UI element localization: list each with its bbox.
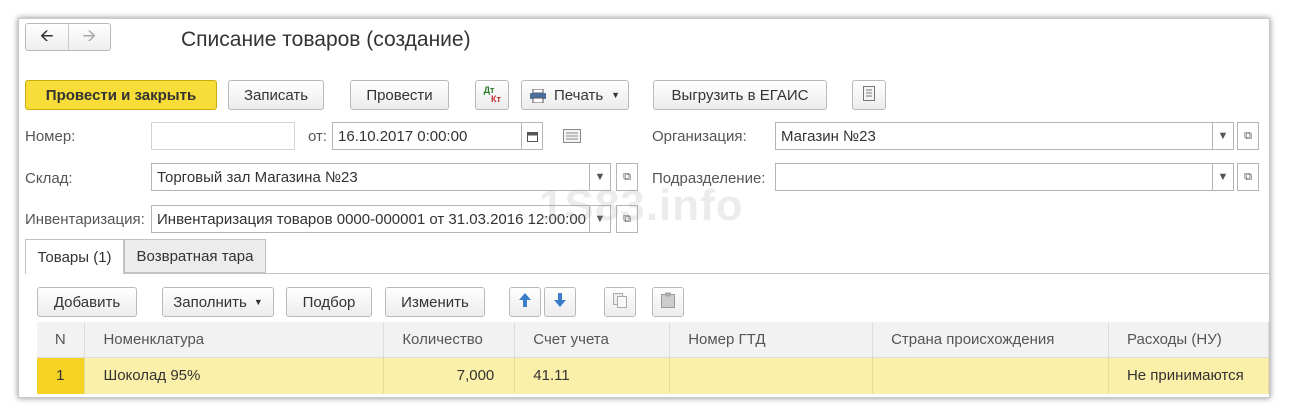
number-label: Номер: bbox=[25, 128, 76, 145]
add-button[interactable]: Добавить bbox=[37, 287, 137, 317]
copy-icon bbox=[613, 292, 627, 312]
move-down-button[interactable] bbox=[544, 287, 576, 317]
fill-button[interactable]: Заполнить ▼ bbox=[162, 287, 274, 317]
printer-icon bbox=[530, 88, 546, 104]
kt-icon-text: Кт bbox=[491, 94, 501, 104]
column-header-gtd-number[interactable]: Номер ГТД bbox=[669, 322, 874, 358]
selection-button[interactable]: Подбор bbox=[286, 287, 372, 317]
print-button[interactable]: Печать ▼ bbox=[521, 80, 629, 110]
table-row[interactable]: 1 Шоколад 95% 7,000 41.11 Не принимаются bbox=[37, 357, 1269, 394]
cell-country-origin[interactable] bbox=[872, 357, 1109, 394]
organization-dropdown-icon[interactable]: ▼ bbox=[1212, 122, 1234, 150]
fill-dropdown-icon: ▼ bbox=[253, 297, 263, 307]
organization-label: Организация: bbox=[652, 128, 747, 145]
column-header-account[interactable]: Счет учета bbox=[514, 322, 671, 358]
table-header: N Номенклатура Количество Счет учета Ном… bbox=[37, 322, 1269, 358]
cell-account[interactable]: 41.11 bbox=[514, 357, 671, 394]
warehouse-label: Склад: bbox=[25, 170, 73, 187]
date-field[interactable]: 16.10.2017 0:00:00 bbox=[332, 122, 522, 150]
watermark: 1S83.info bbox=[539, 181, 744, 230]
post-button[interactable]: Провести bbox=[350, 80, 449, 110]
move-up-button[interactable] bbox=[509, 287, 541, 317]
back-arrow-icon[interactable]: 🡨 bbox=[26, 24, 69, 50]
navigation-buttons: 🡨 🡪 bbox=[25, 23, 111, 51]
clipboard-icon bbox=[661, 292, 675, 312]
export-egais-button[interactable]: Выгрузить в ЕГАИС bbox=[653, 80, 827, 110]
tab-returnable-packaging[interactable]: Возвратная тара bbox=[124, 239, 266, 273]
report-button[interactable] bbox=[852, 80, 886, 110]
cell-nomenclature[interactable]: Шоколад 95% bbox=[84, 357, 385, 394]
arrow-up-icon bbox=[519, 293, 531, 311]
save-button[interactable]: Записать bbox=[228, 80, 324, 110]
column-header-country-origin[interactable]: Страна происхождения bbox=[872, 322, 1109, 358]
goods-table: N Номенклатура Количество Счет учета Ном… bbox=[37, 322, 1269, 394]
inventory-label: Инвентаризация: bbox=[25, 211, 145, 228]
tab-goods[interactable]: Товары (1) bbox=[25, 239, 124, 274]
fill-label: Заполнить bbox=[173, 293, 247, 311]
calendar-icon[interactable] bbox=[521, 122, 543, 150]
organization-field[interactable]: Магазин №23 bbox=[775, 122, 1213, 150]
number-field[interactable] bbox=[151, 122, 295, 150]
division-field[interactable] bbox=[775, 163, 1213, 191]
change-button[interactable]: Изменить bbox=[385, 287, 485, 317]
warehouse-field[interactable]: Торговый зал Магазина №23 bbox=[151, 163, 590, 191]
dropdown-arrow-icon: ▼ bbox=[611, 90, 621, 100]
print-label: Печать bbox=[554, 86, 604, 104]
paste-button[interactable] bbox=[652, 287, 684, 317]
forward-arrow-icon[interactable]: 🡪 bbox=[69, 24, 111, 50]
arrow-down-icon bbox=[554, 293, 566, 311]
cell-expenses-nu[interactable]: Не принимаются bbox=[1108, 357, 1269, 394]
copy-button[interactable] bbox=[604, 287, 636, 317]
division-open-icon[interactable]: ⧉ bbox=[1237, 163, 1259, 191]
tab-divider bbox=[124, 273, 1269, 274]
document-window: 🡨 🡪 Списание товаров (создание) Провести… bbox=[18, 18, 1270, 398]
post-and-close-button[interactable]: Провести и закрыть bbox=[25, 80, 217, 110]
column-header-quantity[interactable]: Количество bbox=[383, 322, 516, 358]
column-header-expenses-nu[interactable]: Расходы (НУ) bbox=[1108, 322, 1269, 358]
organization-open-icon[interactable]: ⧉ bbox=[1237, 122, 1259, 150]
cell-gtd-number[interactable] bbox=[669, 357, 874, 394]
column-header-nomenclature[interactable]: Номенклатура bbox=[84, 322, 385, 358]
date-from-label: от: bbox=[308, 128, 328, 145]
dt-kt-button[interactable]: Дт Кт bbox=[475, 80, 509, 110]
inventory-field[interactable]: Инвентаризация товаров 0000-000001 от 31… bbox=[151, 205, 590, 233]
document-icon bbox=[863, 85, 875, 105]
column-header-n[interactable]: N bbox=[37, 322, 86, 358]
cell-row-number[interactable]: 1 bbox=[37, 357, 86, 394]
division-dropdown-icon[interactable]: ▼ bbox=[1212, 163, 1234, 191]
window-title: Списание товаров (создание) bbox=[181, 28, 471, 51]
list-icon[interactable] bbox=[563, 129, 581, 147]
cell-quantity[interactable]: 7,000 bbox=[383, 357, 516, 394]
